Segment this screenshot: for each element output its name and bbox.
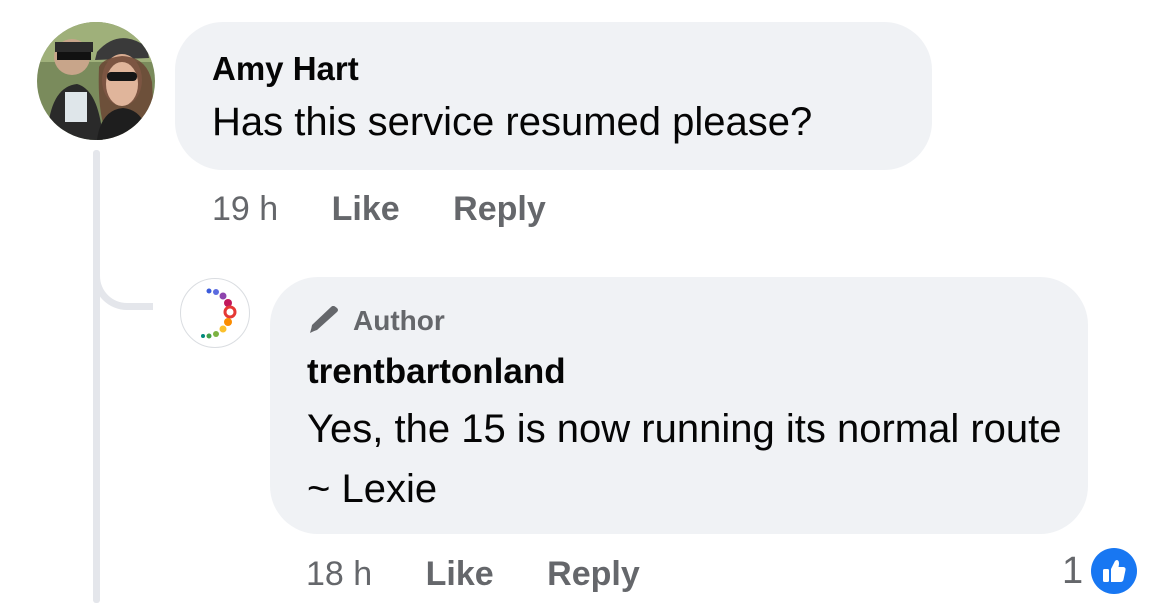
comment-actions: 19 h Like Reply: [212, 190, 590, 229]
comment-bubble: Amy Hart Has this service resumed please…: [175, 22, 932, 170]
comment-text: Has this service resumed please?: [212, 100, 813, 144]
reply-text: Yes, the 15 is now running its normal ro…: [307, 407, 1062, 511]
reaction-count: 1: [1062, 549, 1084, 592]
page-avatar[interactable]: [180, 278, 250, 348]
author-badge: Author: [307, 305, 445, 337]
pen-icon: [310, 306, 338, 333]
like-button[interactable]: Like: [332, 190, 400, 228]
reply-author[interactable]: trentbartonland: [307, 352, 566, 392]
reply-reply-button[interactable]: Reply: [547, 555, 640, 593]
reply-bubble: Author trentbartonland Yes, the 15 is no…: [270, 277, 1088, 534]
reply-timestamp[interactable]: 18 h: [306, 555, 372, 593]
comment-timestamp[interactable]: 19 h: [212, 190, 278, 228]
reaction-summary[interactable]: 1: [1062, 548, 1138, 594]
reply-actions: 18 h Like Reply: [306, 555, 684, 594]
comment-author[interactable]: Amy Hart: [212, 50, 359, 88]
thread-line: [93, 150, 100, 603]
author-badge-label: Author: [353, 305, 445, 336]
avatar[interactable]: [37, 22, 155, 140]
reply-button[interactable]: Reply: [453, 190, 546, 228]
reply-like-button[interactable]: Like: [426, 555, 494, 593]
thread-connector: [93, 250, 153, 310]
thumbs-up-icon: [1091, 548, 1138, 594]
